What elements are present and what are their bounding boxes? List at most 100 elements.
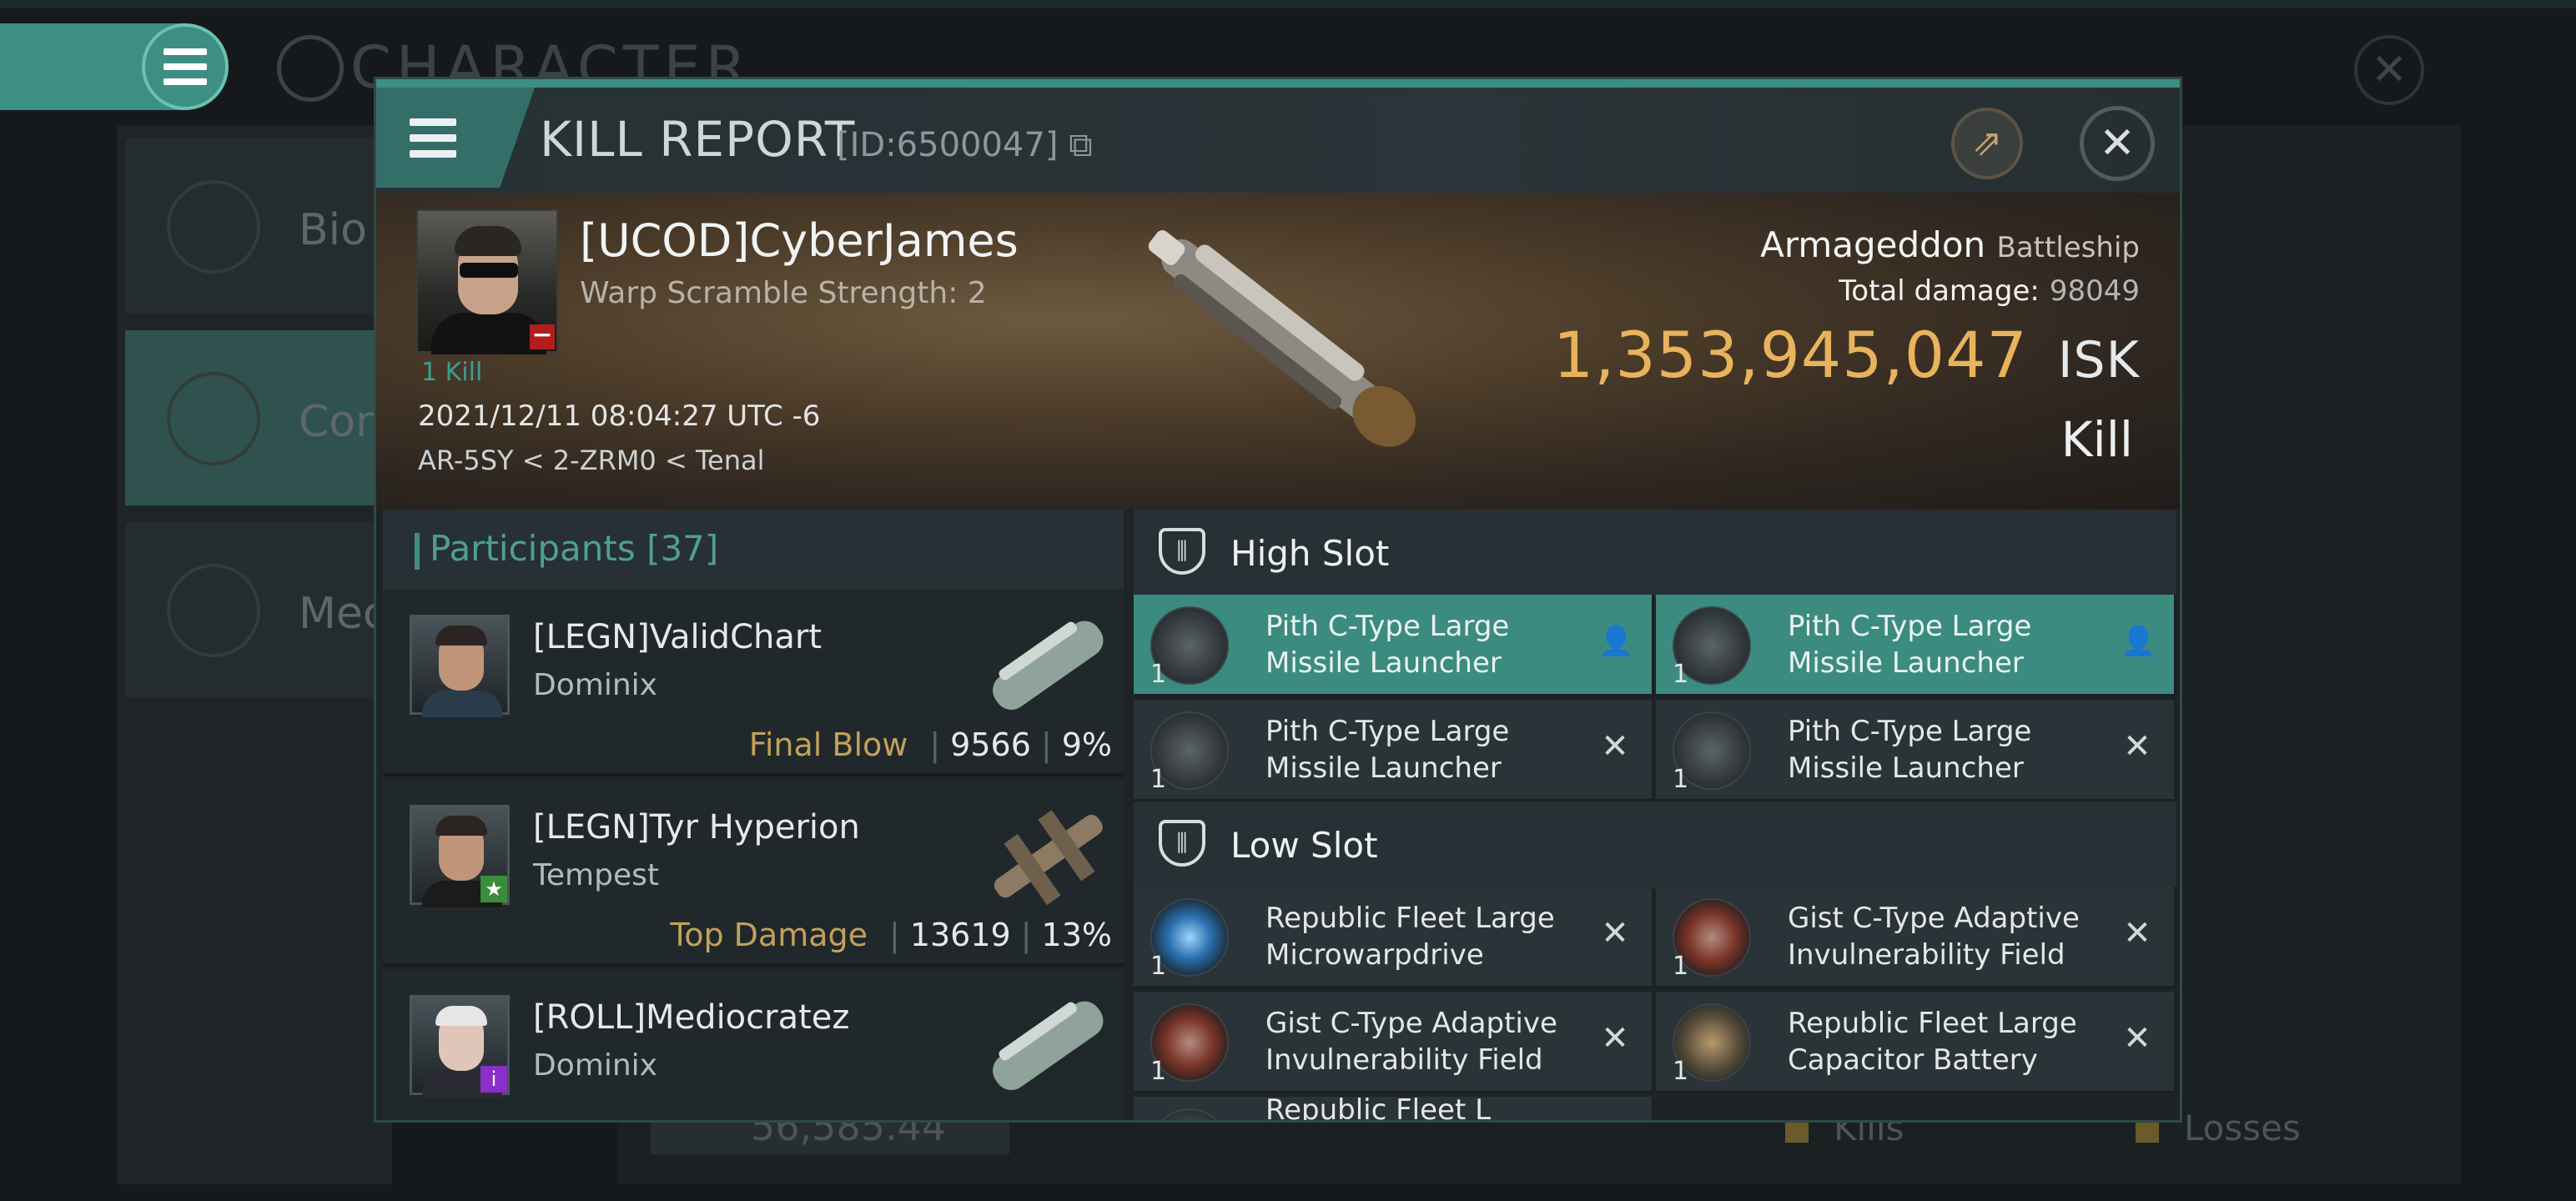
participant-name: [LEGN]Tyr Hyperion	[533, 808, 860, 847]
item-name: Pith C-Type Large Missile Launcher	[1788, 715, 2032, 785]
dialog-header: KILL REPORT [ID:6500047] ⧉ ⇗ ✕	[376, 88, 2180, 193]
sidebar-item-medals[interactable]: Mec	[125, 522, 392, 697]
hamburger-icon	[410, 118, 456, 158]
participant-name: [LEGN]ValidChart	[533, 618, 822, 656]
participant-avatar[interactable]: ★	[410, 805, 510, 907]
dialog-accent-bar	[376, 79, 2180, 88]
kill-report-dialog: KILL REPORT [ID:6500047] ⧉ ⇗ ✕ − [UCOD]C…	[374, 77, 2182, 1123]
item-name: Republic Fleet L	[1265, 1097, 1492, 1123]
corp-badge-icon: i	[480, 1066, 507, 1093]
module-icon	[1150, 1108, 1229, 1120]
dialog-menu-button[interactable]	[376, 88, 535, 188]
warp-scramble-strength: Warp Scramble Strength: 2	[580, 276, 987, 310]
item-quantity: 1	[1150, 952, 1167, 981]
close-icon: ✕	[2099, 118, 2136, 168]
participant-row[interactable]: ★ [LEGN]Tyr Hyperion Tempest Top Damage |…	[383, 780, 1124, 967]
destroyed-icon: ✕	[1601, 727, 1629, 766]
item-quantity: 1	[1673, 952, 1689, 981]
victim-ship-image[interactable]	[1110, 214, 1461, 465]
result-label: Kill	[2060, 411, 2133, 468]
fitting-slot[interactable]: 1 Gist C-Type Adaptive Invulnerability F…	[1656, 887, 2176, 988]
participants-header[interactable]: Participants [37]	[383, 510, 1124, 590]
participant-ship: Tempest	[533, 858, 659, 892]
share-button[interactable]: ⇗	[1951, 108, 2023, 179]
participant-avatar[interactable]: i	[410, 995, 510, 1098]
high-slot-label: High Slot	[1230, 533, 1390, 574]
item-quantity: 1	[1673, 660, 1689, 689]
kill-timestamp: 2021/12/11 08:04:27 UTC -6	[418, 399, 821, 433]
item-quantity: 1	[1150, 1057, 1167, 1086]
item-quantity: 1	[1673, 1057, 1689, 1086]
crossed-swords-icon	[167, 372, 260, 465]
item-quantity: 1	[1150, 765, 1167, 794]
high-slot-icon: ⫼	[1159, 528, 1205, 575]
kill-id-text: [ID:6500047]	[837, 126, 1059, 164]
fitting-slot[interactable]: 1 Pith C-Type Large Missile Launcher 👤	[1134, 595, 1654, 696]
dialog-title: KILL REPORT	[540, 111, 856, 168]
ship-name[interactable]: Armageddon Battleship	[1760, 224, 2140, 265]
kill-location[interactable]: AR-5SY < 2-ZRM0 < Tenal	[418, 445, 765, 476]
participant-stats: Top Damage | 13619 | 13%	[670, 917, 1112, 953]
external-link-icon: ⇗	[1971, 122, 2003, 164]
hamburger-icon	[164, 48, 207, 85]
bio-icon	[167, 180, 260, 274]
participant-ship-image	[993, 621, 1104, 710]
destroyed-icon: ✕	[2123, 914, 2151, 952]
screen: CHARACTER ✕ Bio Com Mec 56,585.44 Kills …	[0, 0, 2576, 1201]
destroyed-icon: ✕	[1601, 914, 1629, 952]
close-button[interactable]: ✕	[2080, 106, 2155, 181]
participant-ship: Dominix	[533, 668, 657, 702]
item-name: Gist C-Type Adaptive Invulnerability Fie…	[1788, 902, 2080, 972]
destroyed-icon: ✕	[2123, 727, 2151, 766]
item-name: Republic Fleet Large Capacitor Battery	[1788, 1007, 2077, 1077]
item-name: Gist C-Type Adaptive Invulnerability Fie…	[1265, 1007, 1557, 1077]
victim-name[interactable]: [UCOD]CyberJames	[580, 214, 1019, 267]
star-badge-icon: ★	[480, 876, 507, 902]
destroyed-icon: ✕	[1601, 1019, 1629, 1058]
sidebar-item-combat[interactable]: Com	[125, 330, 398, 505]
item-quantity: 1	[1673, 765, 1689, 794]
participant-ship-image	[994, 810, 1103, 906]
character-icon	[277, 35, 344, 102]
participant-avatar[interactable]	[410, 615, 510, 717]
item-name: Pith C-Type Large Missile Launcher	[1265, 715, 1510, 785]
sidebar-item-label: Bio	[299, 205, 367, 255]
sidebar-item-bio[interactable]: Bio	[125, 138, 392, 314]
isk-value: 1,353,945,047 ISK	[1552, 318, 2140, 392]
fitting-slot[interactable]: 1 Republic Fleet Large Microwarpdrive ✕	[1134, 887, 1654, 988]
participant-stats: Final Blow | 9566 | 9%	[748, 726, 1112, 763]
participant-name: [ROLL]Mediocratez	[533, 998, 850, 1037]
high-slot-header: ⫼ High Slot	[1134, 510, 2176, 598]
total-damage: Total damage: 98049	[1839, 274, 2140, 308]
victim-banner: − [UCOD]CyberJames Warp Scramble Strengt…	[376, 193, 2180, 510]
fitting-slot[interactable]: Republic Fleet L	[1134, 1097, 1654, 1123]
item-name: Republic Fleet Large Microwarpdrive	[1265, 902, 1555, 972]
low-slot-label: Low Slot	[1230, 825, 1378, 866]
kill-id[interactable]: [ID:6500047] ⧉	[837, 126, 1093, 164]
fitting-slot[interactable]: 1 Republic Fleet Large Capacitor Battery…	[1656, 992, 2176, 1093]
fitting-slot[interactable]: 1 Pith C-Type Large Missile Launcher 👤	[1656, 595, 2176, 696]
fitting-slot[interactable]: 1 Pith C-Type Large Missile Launcher ✕	[1134, 700, 1654, 802]
dropped-icon: 👤	[2121, 625, 2156, 658]
fitting-slot[interactable]: 1 Gist C-Type Adaptive Invulnerability F…	[1134, 992, 1654, 1093]
participants-label: Participants [37]	[430, 528, 719, 569]
low-slot-icon: ⫼	[1159, 820, 1205, 867]
hostile-badge-icon: −	[530, 323, 555, 349]
top-status-bar	[0, 0, 2576, 8]
victim-kill-count: 1 Kill	[421, 358, 483, 387]
star-icon	[167, 564, 260, 657]
fitting-slot[interactable]: 1 Pith C-Type Large Missile Launcher ✕	[1656, 700, 2176, 802]
copy-icon[interactable]: ⧉	[1069, 126, 1093, 164]
participant-ship-image	[993, 1001, 1104, 1090]
participant-row[interactable]: [LEGN]ValidChart Dominix Final Blow | 9566…	[383, 590, 1124, 776]
destroyed-icon: ✕	[2123, 1019, 2151, 1058]
participant-row[interactable]: i [ROLL]Mediocratez Dominix	[383, 970, 1124, 1120]
main-menu-button[interactable]	[142, 23, 229, 110]
item-quantity: 1	[1150, 660, 1167, 689]
low-slot-header: ⫼ Low Slot	[1134, 802, 2176, 890]
item-name: Pith C-Type Large Missile Launcher	[1788, 610, 2032, 680]
background-close-button[interactable]: ✕	[2354, 35, 2424, 105]
participant-ship: Dominix	[533, 1048, 657, 1083]
victim-portrait[interactable]: −	[416, 209, 558, 354]
item-name: Pith C-Type Large Missile Launcher	[1265, 610, 1510, 680]
